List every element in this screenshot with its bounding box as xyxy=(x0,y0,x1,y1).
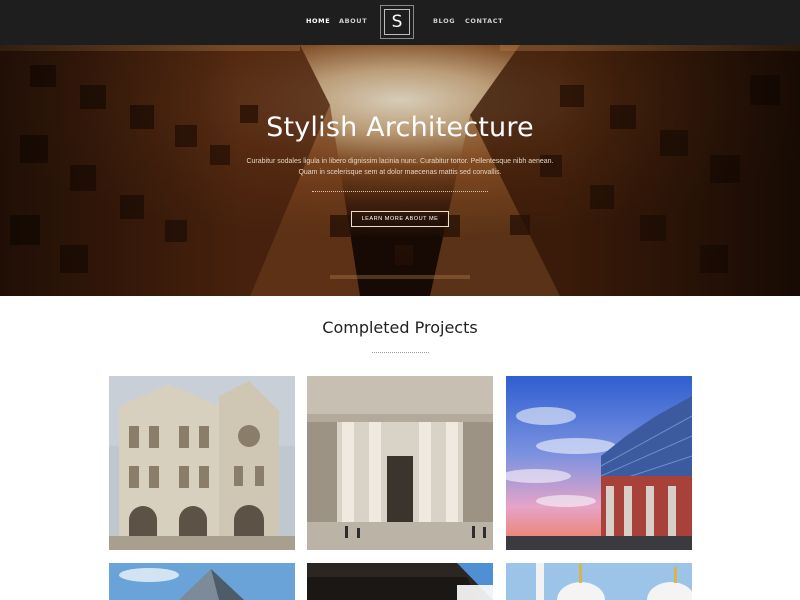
site-logo[interactable]: S xyxy=(380,5,414,39)
section-divider xyxy=(372,352,429,353)
hero-description: Curabitur sodales ligula in libero digni… xyxy=(240,156,560,178)
project-card-glass-pyramid[interactable] xyxy=(109,563,295,600)
hero-description-line2: Quam in scelerisque sem at dolor maecena… xyxy=(298,169,502,176)
glass-pyramid-image xyxy=(109,563,295,600)
top-navbar: HOME ABOUT S BLOG CONTACT xyxy=(0,0,800,45)
logo-letter: S xyxy=(384,9,410,35)
dark-facade-image xyxy=(307,563,493,600)
project-card-dark-facade[interactable] xyxy=(307,563,493,600)
hero-divider xyxy=(312,191,488,192)
hero-banner: Stylish Architecture Curabitur sodales l… xyxy=(0,45,800,296)
learn-more-button[interactable]: LEARN MORE ABOUT ME xyxy=(351,211,449,227)
nav-link-about[interactable]: ABOUT xyxy=(339,17,367,25)
project-card-glass-concert-hall[interactable] xyxy=(506,376,692,550)
nav-link-contact[interactable]: CONTACT xyxy=(465,17,503,25)
section-title: Completed Projects xyxy=(322,318,478,337)
glass-concert-hall-image xyxy=(506,376,692,550)
project-card-columned-building[interactable] xyxy=(307,376,493,550)
hero-title: Stylish Architecture xyxy=(266,112,534,143)
project-card-cathedral[interactable] xyxy=(109,376,295,550)
columned-building-image xyxy=(307,376,493,550)
project-card-white-mosque[interactable] xyxy=(506,563,692,600)
cathedral-image xyxy=(109,376,295,550)
nav-link-blog[interactable]: BLOG xyxy=(433,17,455,25)
white-mosque-image xyxy=(506,563,692,600)
nav-link-home[interactable]: HOME xyxy=(306,17,330,25)
hero-description-line1: Curabitur sodales ligula in libero digni… xyxy=(246,158,554,165)
